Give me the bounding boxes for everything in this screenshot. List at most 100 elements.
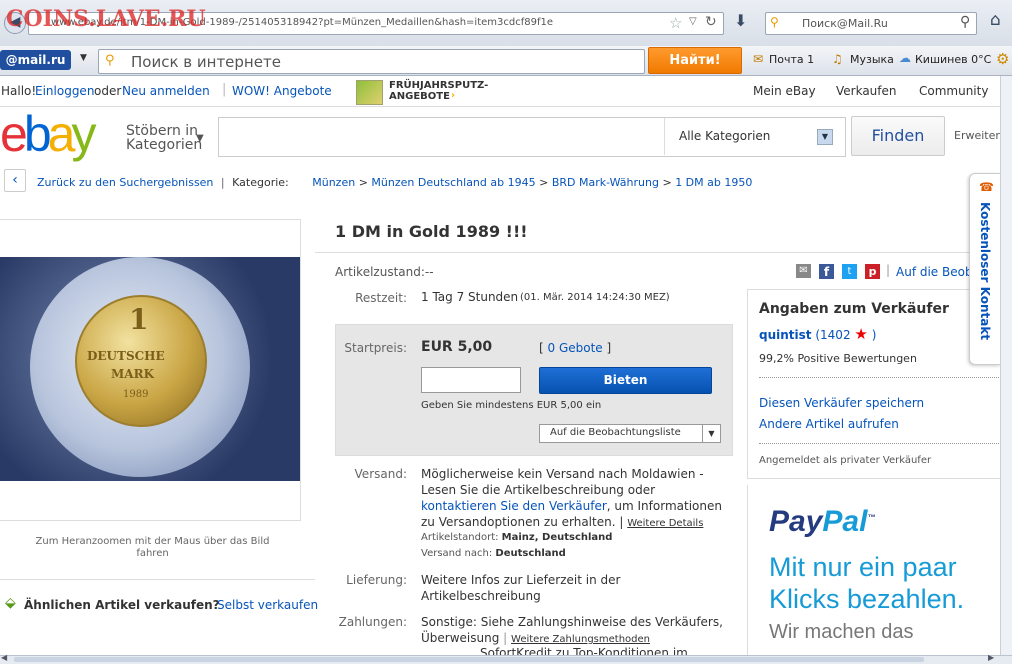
promo-image[interactable]	[356, 80, 383, 105]
divider	[759, 443, 999, 444]
browse-line2[interactable]: Kategorien	[126, 137, 202, 153]
ebay-logo[interactable]: ebay	[0, 109, 96, 159]
register-link[interactable]: Neu anmelden	[122, 84, 210, 98]
delivery-text: Artikelbeschreibung	[421, 589, 541, 603]
wow-link[interactable]: WOW! Angebote	[232, 84, 332, 98]
paypal-line1: Mit nur ein paar	[769, 552, 957, 582]
breadcrumb: Zurück zu den Suchergebnissen | Kategori…	[37, 176, 752, 189]
paypal-logo-pay: Pay	[769, 505, 823, 538]
payment-info: Sonstige: Siehe Zahlungshinweise des Ver…	[421, 615, 723, 645]
save-seller-link[interactable]: Diesen Verkäufer speichern	[759, 396, 924, 410]
breadcrumb-item[interactable]: BRD Mark-Währung	[552, 176, 659, 189]
breadcrumb-item[interactable]: Münzen Deutschland ab 1945	[371, 176, 535, 189]
contact-side-tab[interactable]: ☎ Kostenloser Kontakt	[969, 173, 1001, 365]
browser-search-box[interactable]: ⚲ Поиск@Mail.Ru ⚲	[765, 12, 977, 35]
start-price-label: Startpreis:	[344, 341, 407, 355]
divider	[0, 579, 315, 580]
scroll-left-icon[interactable]: ◀	[1, 653, 7, 662]
scroll-thumb[interactable]	[14, 657, 924, 662]
delivery-text: Weitere Infos zur Lieferzeit in der	[421, 573, 621, 587]
watchlist-button[interactable]: Auf die Beobachtungsliste ▼	[539, 424, 721, 443]
ships-to: Versand nach: Deutschland	[421, 548, 566, 559]
shipping-details-link[interactable]: Weitere Details	[627, 518, 703, 529]
payment-label: Zahlungen:	[338, 615, 407, 629]
paypal-logo-pal: Pal	[822, 505, 868, 538]
seller-positive: 99,2% Positive Bewertungen	[759, 352, 917, 365]
seller-score[interactable]: (1402	[815, 328, 850, 342]
mailru-search-input[interactable]: ⚲ Поиск в интернете	[98, 49, 645, 74]
mailru-logo[interactable]: @mail.ru	[0, 50, 71, 70]
tag-icon: ⬙	[5, 595, 16, 611]
shipping-text: Lesen Sie die Artikelbeschreibung oder	[421, 483, 656, 497]
email-icon[interactable]: ✉	[796, 264, 811, 278]
home-icon[interactable]: ⌂	[990, 10, 1001, 30]
watch-link[interactable]: Auf die Beob	[896, 265, 973, 279]
promo-line1[interactable]: FRÜHJAHRSPUTZ-	[389, 80, 488, 91]
seller-name-link[interactable]: quintist	[759, 328, 812, 342]
back-to-results-link[interactable]: Zurück zu den Suchergebnissen	[37, 176, 213, 189]
start-price: EUR 5,00	[421, 339, 493, 355]
remaining-value: 1 Tag 7 Stunden	[421, 290, 519, 304]
sell-similar-text: Ähnlichen Artikel verkaufen?	[24, 598, 220, 612]
search-icon[interactable]: ⚲	[960, 14, 970, 30]
facebook-icon[interactable]: f	[819, 264, 834, 279]
ebay-top-nav: Hallo! Einloggen oder Neu anmelden | WOW…	[0, 76, 1012, 107]
category-select-value: Alle Kategorien	[679, 129, 771, 143]
community-link[interactable]: Community	[919, 84, 988, 98]
reload-icon[interactable]: ↻	[705, 14, 717, 30]
more-payment-link[interactable]: Weitere Zahlungsmethoden	[511, 634, 650, 645]
bookmark-star-icon[interactable]: ☆	[669, 14, 682, 32]
chevron-down-icon[interactable]: ▼	[817, 129, 833, 145]
promo-line2[interactable]: ANGEBOTE	[389, 91, 450, 102]
vertical-scrollbar[interactable]	[1000, 76, 1012, 655]
chevron-down-icon[interactable]: ▼	[196, 133, 204, 144]
divider: |	[222, 82, 227, 97]
weather-link[interactable]: Кишинев 0°C	[915, 53, 991, 66]
music-icon: ♫	[832, 52, 843, 66]
bid-amount-input[interactable]	[421, 367, 521, 393]
coin-text: MARK	[111, 367, 154, 381]
bids-link[interactable]: 0 Gebote	[548, 341, 603, 355]
music-link[interactable]: Музыка	[850, 53, 894, 66]
paypal-line3: Wir machen das	[769, 621, 914, 643]
gear-icon[interactable]: ⚙	[996, 50, 1009, 68]
pinterest-icon[interactable]: p	[865, 264, 880, 279]
dropdown-icon[interactable]: ▽	[689, 16, 697, 27]
condition: Artikelzustand:--	[335, 265, 434, 279]
login-link[interactable]: Einloggen	[35, 84, 94, 98]
other-items-link[interactable]: Andere Artikel aufrufen	[759, 417, 899, 431]
mailru-find-button[interactable]: Найти!	[648, 47, 742, 74]
paypal-ad[interactable]: PayPal™ Mit nur ein paar Klicks bezahlen…	[747, 485, 1001, 655]
back-chevron-icon[interactable]: ‹	[4, 169, 26, 192]
zoom-hint: Zum Heranzoomen mit der Maus über das Bi…	[0, 536, 305, 560]
find-button[interactable]: Finden	[851, 116, 945, 156]
scroll-right-icon[interactable]: ▶	[988, 653, 994, 662]
contact-seller-link[interactable]: kontaktieren Sie den Verkäufer	[421, 499, 607, 513]
coin-text: DEUTSCHE	[87, 349, 165, 363]
breadcrumb-item[interactable]: 1 DM ab 1950	[675, 176, 752, 189]
item-image[interactable]: 1 DEUTSCHE MARK 1989	[0, 257, 300, 481]
delivery-info: Weitere Infos zur Lieferzeit in der Arti…	[421, 572, 620, 604]
breadcrumb-item[interactable]: Münzen	[312, 176, 355, 189]
twitter-icon[interactable]: t	[842, 264, 857, 279]
my-ebay-link[interactable]: Mein eBay	[753, 84, 816, 98]
seller-name-row: quintist (1402 ★ )	[759, 325, 876, 343]
sell-yourself-link[interactable]: Selbst verkaufen	[217, 598, 318, 612]
mail-link[interactable]: Почта 1	[769, 53, 814, 66]
bid-button[interactable]: Bieten	[539, 367, 712, 394]
category-select[interactable]: Alle Kategorien ▼	[664, 118, 845, 155]
side-tab-label: Kostenloser Kontakt	[978, 202, 992, 341]
coin-text: 1	[129, 303, 149, 336]
chevron-down-icon[interactable]: ▼	[702, 425, 720, 442]
seller-box	[747, 289, 1001, 479]
download-icon[interactable]: ⬇	[734, 11, 747, 30]
zoom-hint-line2: fahren	[136, 548, 169, 559]
weather-icon: ☁	[899, 51, 911, 65]
watchlist-label: Auf die Beobachtungsliste	[550, 427, 681, 438]
breadcrumb-separator: >	[662, 176, 672, 189]
chevron-down-icon[interactable]: ▼	[80, 53, 87, 63]
sell-link[interactable]: Verkaufen	[836, 84, 897, 98]
item-location: Artikelstandort: Mainz, Deutschland	[421, 532, 612, 543]
seller-private: Angemeldet als privater Verkäufer	[759, 455, 932, 466]
greeting: Hallo!	[1, 84, 37, 98]
